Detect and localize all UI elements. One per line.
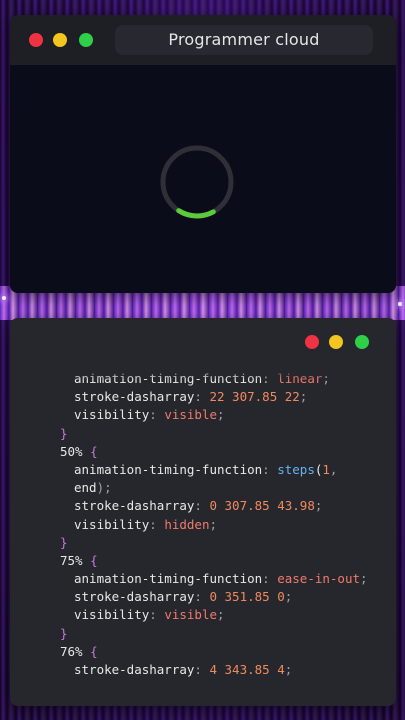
- code-token: hidden: [164, 516, 210, 532]
- code-token: stroke-dasharray: [74, 662, 195, 677]
- code-token: 75%: [60, 552, 83, 568]
- code-token: ;: [284, 662, 293, 677]
- code-line: }: [60, 534, 368, 552]
- maximize-window-button[interactable]: [79, 33, 93, 47]
- code-token: {: [82, 443, 98, 459]
- code-token: stroke-dasharray: [74, 389, 195, 405]
- code-line: 75% {: [60, 552, 368, 570]
- code-token: ;: [217, 607, 225, 623]
- code-window: animation-timing-function: linear;stroke…: [10, 318, 396, 706]
- code-token: 22 307.85 22: [209, 389, 300, 405]
- code-token: 50%: [60, 443, 83, 459]
- code-line: stroke-dasharray: 0 351.85 0;: [60, 588, 368, 606]
- code-token: }: [60, 534, 68, 550]
- code-token: ;: [209, 516, 218, 532]
- code-token: visibility: [74, 516, 150, 532]
- code-token: animation-timing-function: [74, 571, 263, 587]
- code-line: visibility: visible;: [60, 606, 368, 624]
- code-token: );: [96, 480, 112, 496]
- code-line: }: [60, 425, 368, 443]
- code-token: 0 307.85 43.98: [209, 498, 315, 514]
- sparkle-icon: [2, 296, 6, 300]
- code-editor[interactable]: animation-timing-function: linear;stroke…: [10, 366, 396, 706]
- code-titlebar: [10, 318, 396, 366]
- preview-window: Programmer cloud: [10, 15, 396, 293]
- code-token: 1: [322, 461, 330, 477]
- code-token: {: [82, 643, 98, 659]
- code-token: 0 351.85 0: [209, 589, 285, 605]
- code-token: ;: [314, 498, 323, 514]
- code-token: visibility: [74, 407, 150, 423]
- code-token: :: [149, 607, 165, 623]
- code-line: stroke-dasharray: 22 307.85 22;: [60, 388, 368, 406]
- close-window-button[interactable]: [29, 33, 43, 47]
- close-window-button[interactable]: [305, 335, 319, 349]
- code-token: ;: [284, 589, 293, 605]
- code-token: :: [194, 389, 210, 405]
- code-token: :: [194, 589, 210, 605]
- code-token: steps: [277, 461, 315, 477]
- minimize-window-button[interactable]: [329, 335, 343, 349]
- preview-titlebar: Programmer cloud: [10, 15, 396, 65]
- code-token: ease-in-out: [277, 571, 361, 587]
- code-line: visibility: visible;: [60, 406, 368, 424]
- code-line: animation-timing-function: ease-in-out;: [60, 570, 368, 588]
- spinner-track: [160, 145, 234, 219]
- code-token: ,: [329, 461, 338, 477]
- code-line: visibility: hidden;: [60, 516, 368, 534]
- code-token: :: [194, 662, 210, 677]
- preview-canvas: [10, 65, 396, 293]
- code-token: }: [60, 425, 68, 441]
- window-title: Programmer cloud: [115, 25, 373, 55]
- code-line: 76% {: [60, 643, 368, 661]
- code-token: }: [60, 625, 68, 641]
- maximize-window-button[interactable]: [355, 335, 369, 349]
- sparkle-icon: [398, 302, 402, 306]
- code-token: end: [74, 480, 97, 496]
- code-line: stroke-dasharray: 4 343.85 4;: [60, 661, 368, 679]
- code-line: 50% {: [60, 443, 368, 461]
- code-token: 76%: [60, 643, 83, 659]
- loading-spinner-icon: [160, 145, 234, 219]
- code-token: visibility: [74, 607, 150, 623]
- code-line: }: [60, 625, 368, 643]
- code-line: stroke-dasharray: 0 307.85 43.98;: [60, 497, 368, 515]
- code-line: animation-timing-function: steps(1,: [60, 461, 368, 479]
- code-token: :: [262, 571, 278, 587]
- code-token: stroke-dasharray: [74, 589, 195, 605]
- code-lines: animation-timing-function: linear;stroke…: [60, 370, 368, 679]
- code-token: :: [262, 461, 278, 477]
- code-token: ;: [360, 571, 368, 587]
- minimize-window-button[interactable]: [53, 33, 67, 47]
- code-token: ;: [217, 407, 225, 423]
- code-token: visible: [164, 407, 218, 423]
- code-token: :: [149, 516, 165, 532]
- code-token: 4 343.85 4: [209, 662, 285, 677]
- scroll-fade: [10, 366, 396, 380]
- code-line: end);: [60, 479, 368, 497]
- code-token: :: [149, 407, 165, 423]
- code-token: visible: [164, 607, 218, 623]
- code-token: :: [194, 498, 210, 514]
- code-token: ;: [299, 389, 308, 405]
- code-token: animation-timing-function: [74, 461, 263, 477]
- code-token: {: [82, 552, 98, 568]
- code-token: stroke-dasharray: [74, 498, 195, 514]
